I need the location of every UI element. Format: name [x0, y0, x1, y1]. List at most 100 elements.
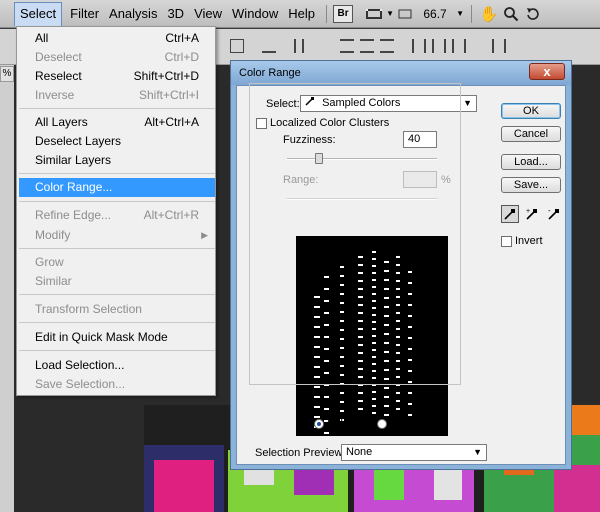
color-range-dialog: Color Range x Select: Sampled Colors ▼ L…: [230, 60, 572, 470]
menu-select[interactable]: Select: [14, 1, 63, 26]
menu-item-label: Save Selection...: [35, 377, 126, 391]
svg-text:+: +: [526, 208, 530, 215]
menu-item-label: Deselect Layers: [35, 134, 122, 148]
menu-item-label: All: [35, 31, 49, 45]
selection-radio-label: Selection: [327, 418, 373, 430]
distribute-bottom-icon[interactable]: [380, 39, 394, 53]
menu-separator: [326, 4, 328, 23]
menu-item-label: Deselect: [35, 50, 82, 64]
menu-separator: [19, 322, 215, 323]
submenu-arrow-icon: ▶: [201, 230, 208, 240]
distribute-left-icon[interactable]: [412, 39, 426, 53]
menu-item-modify[interactable]: Modify ▶: [17, 226, 215, 245]
menu-help[interactable]: Help: [283, 2, 320, 26]
selection-radio[interactable]: [314, 419, 324, 429]
menu-item-deselect-layers[interactable]: Deselect Layers: [17, 132, 215, 151]
left-panel-strip: [0, 65, 14, 512]
menu-item-shortcut: Ctrl+A: [165, 31, 199, 45]
menu-bar: Select Filter Analysis 3D View Window He…: [0, 0, 600, 28]
ok-button[interactable]: OK: [501, 103, 561, 119]
rotate-view-icon[interactable]: [522, 3, 544, 25]
chevron-down-icon: ▼: [463, 98, 472, 108]
load-button[interactable]: Load...: [501, 154, 561, 170]
menu-separator: [19, 201, 215, 202]
svg-text:-: -: [548, 207, 551, 215]
menu-item-label: All Layers: [35, 115, 88, 129]
menu-item-similar-layers[interactable]: Similar Layers: [17, 151, 215, 170]
preview-group-border: [249, 83, 461, 385]
menu-analysis[interactable]: Analysis: [104, 2, 162, 26]
bridge-button[interactable]: Br: [333, 4, 354, 23]
menu-item-reselect[interactable]: Reselect Shift+Ctrl+D: [17, 67, 215, 86]
film-icon[interactable]: [363, 3, 385, 25]
dialog-title: Color Range: [239, 67, 301, 79]
eyedropper-plus-icon[interactable]: +: [523, 205, 541, 223]
zoom-dropdown-arrow-icon[interactable]: ▼: [455, 4, 465, 24]
zoom-indicator-icon: [395, 4, 415, 24]
menu-item-label: Inverse: [35, 88, 75, 102]
menu-item-grow[interactable]: Grow: [17, 253, 215, 272]
menu-item-label: Color Range...: [35, 180, 113, 194]
menu-separator: [19, 294, 215, 295]
align-vcenter-icon[interactable]: [282, 39, 296, 53]
dialog-titlebar[interactable]: Color Range x: [231, 61, 571, 85]
menu-view[interactable]: View: [189, 2, 227, 26]
menu-filter[interactable]: Filter: [65, 2, 104, 26]
menu-item-label: Load Selection...: [35, 358, 125, 372]
menu-item-all-layers[interactable]: All Layers Alt+Ctrl+A: [17, 113, 215, 132]
eyedropper-minus-icon[interactable]: -: [545, 205, 563, 223]
menu-item-quick-mask[interactable]: Edit in Quick Mask Mode: [17, 328, 215, 347]
menu-item-label: Reselect: [35, 69, 82, 83]
distribute-vcenter-icon[interactable]: [360, 39, 374, 53]
menu-item-refine-edge[interactable]: Refine Edge... Alt+Ctrl+R: [17, 206, 215, 225]
menu-item-deselect[interactable]: Deselect Ctrl+D: [17, 48, 215, 67]
chevron-down-icon: ▼: [473, 447, 482, 457]
menu-item-transform-selection[interactable]: Transform Selection: [17, 300, 215, 319]
align-top-icon[interactable]: [262, 39, 276, 53]
align-bottom-icon[interactable]: [302, 39, 316, 53]
zoom-tool-icon[interactable]: [500, 3, 522, 25]
distribute-hcenter-icon[interactable]: [432, 39, 446, 53]
menu-item-load-selection[interactable]: Load Selection...: [17, 356, 215, 375]
invert-checkbox[interactable]: [501, 236, 512, 247]
menu-window[interactable]: Window: [227, 2, 283, 26]
document-tab[interactable]: %: [0, 66, 14, 82]
cancel-button[interactable]: Cancel: [501, 126, 561, 142]
menu-separator: [19, 173, 215, 174]
menu-item-label: Grow: [35, 255, 64, 269]
menu-item-label: Similar: [35, 274, 72, 288]
menu-item-save-selection[interactable]: Save Selection...: [17, 375, 215, 394]
save-button[interactable]: Save...: [501, 177, 561, 193]
distribute-right-icon[interactable]: [452, 39, 466, 53]
menu-item-label: Similar Layers: [35, 153, 112, 167]
selection-preview-label: Selection Preview:: [255, 447, 346, 459]
photoshop-window: Select Filter Analysis 3D View Window He…: [0, 0, 600, 512]
menu-item-similar[interactable]: Similar: [17, 272, 215, 291]
auto-align-icon[interactable]: [492, 39, 506, 53]
zoom-level[interactable]: 66.7: [415, 4, 455, 24]
menu-separator: [19, 108, 215, 109]
menu-item-shortcut: Alt+Ctrl+R: [143, 208, 199, 222]
menu-item-shortcut: Shift+Ctrl+I: [138, 88, 199, 102]
menu-item-all[interactable]: All Ctrl+A: [17, 29, 215, 48]
image-radio[interactable]: [377, 419, 387, 429]
menu-item-label: Modify: [35, 228, 71, 242]
invert-label: Invert: [515, 235, 543, 247]
menu-item-label: Edit in Quick Mask Mode: [35, 330, 168, 344]
selection-preview-dropdown[interactable]: None ▼: [341, 444, 487, 461]
menu-3d[interactable]: 3D: [162, 2, 189, 26]
dropdown-arrow-icon[interactable]: ▼: [385, 4, 395, 24]
menu-separator: [471, 4, 473, 23]
menu-item-color-range[interactable]: Color Range...: [19, 178, 215, 197]
selection-preview-value: None: [346, 446, 373, 458]
menu-item-inverse[interactable]: Inverse Shift+Ctrl+I: [17, 86, 215, 105]
distribute-top-icon[interactable]: [340, 39, 354, 53]
select-menu-dropdown: All Ctrl+A Deselect Ctrl+D Reselect Shift+C…: [16, 26, 216, 396]
close-button[interactable]: x: [529, 63, 565, 80]
menu-separator: [19, 248, 215, 249]
hand-tool-icon[interactable]: ✋: [478, 3, 500, 25]
eyedropper-icon[interactable]: [501, 205, 519, 223]
image-radio-label: Image: [390, 418, 421, 430]
tool-preset-icon[interactable]: [230, 39, 244, 53]
menu-item-shortcut: Alt+Ctrl+A: [144, 115, 199, 129]
